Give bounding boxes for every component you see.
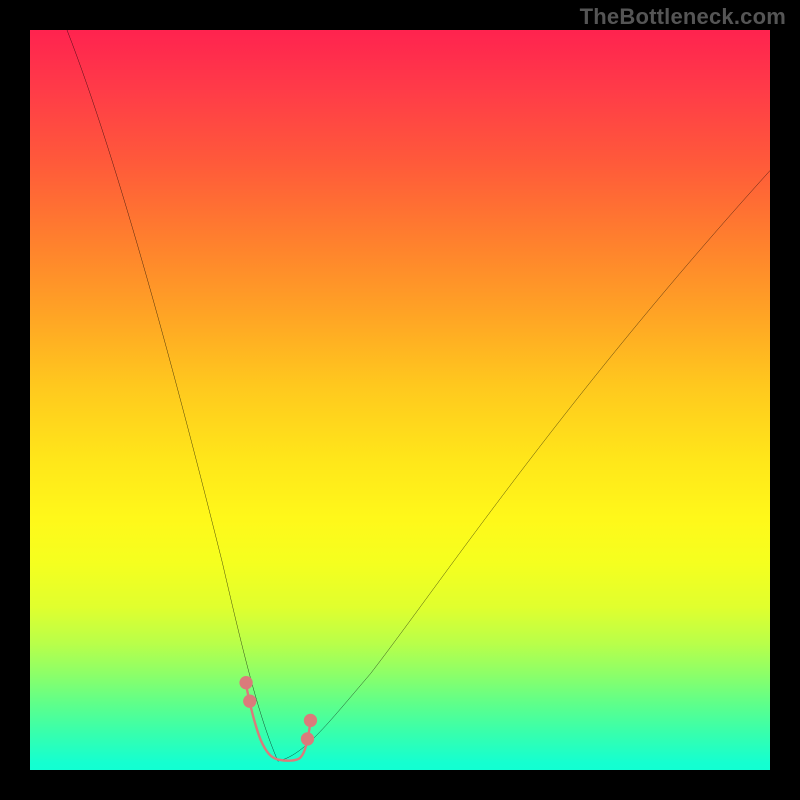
optimal-marker-dot [239, 676, 252, 689]
optimal-marker-dot [304, 714, 317, 727]
watermark-text: TheBottleneck.com [580, 4, 786, 30]
bottleneck-curve-left [67, 30, 278, 761]
optimal-marker-dot [301, 732, 314, 745]
chart-svg [30, 30, 770, 770]
chart-frame: TheBottleneck.com [0, 0, 800, 800]
bottleneck-curve-right [278, 171, 770, 762]
plot-area [30, 30, 770, 770]
optimal-marker-dot [243, 695, 256, 708]
